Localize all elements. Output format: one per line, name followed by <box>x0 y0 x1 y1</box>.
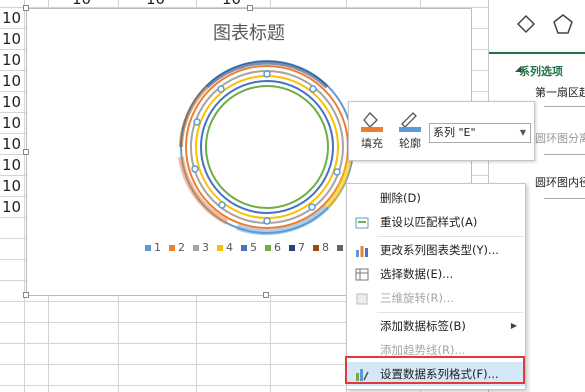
first-slice-angle-label: 第一扇区起 <box>535 86 585 99</box>
cell-value[interactable]: 10 <box>2 30 21 48</box>
legend-swatch <box>289 244 295 251</box>
menu-item-change-chart-type[interactable]: 更改系列图表类型(Y)... <box>347 238 525 262</box>
cell-value[interactable]: 10 <box>222 0 241 8</box>
legend-entry[interactable]: 4 <box>217 241 233 254</box>
menu-item-select-data[interactable]: 选择数据(E)... <box>347 262 525 286</box>
hole-size-label: 圆环图内径 <box>535 176 585 189</box>
menu-item-delete[interactable]: 删除(D) <box>347 186 525 210</box>
legend-label: 8 <box>322 241 329 254</box>
legend-label: 4 <box>226 241 233 254</box>
pane-tab-indicator <box>489 52 585 54</box>
legend-swatch <box>337 244 343 251</box>
legend-label: 2 <box>178 241 185 254</box>
cell-value[interactable]: 10 <box>146 0 165 8</box>
legend-label: 3 <box>202 241 209 254</box>
slider-track[interactable] <box>544 198 585 199</box>
legend-label: 7 <box>298 241 305 254</box>
slider-track[interactable] <box>544 106 585 107</box>
menu-separator <box>377 236 523 237</box>
highlight-box <box>345 356 525 384</box>
menu-item-add-data-labels[interactable]: 添加数据标签(B) ▶ <box>347 314 525 338</box>
legend-swatch <box>265 244 271 251</box>
series-value: 系列 "E" <box>433 126 476 139</box>
legend-swatch <box>313 244 319 251</box>
legend-entry[interactable]: 2 <box>169 241 185 254</box>
menu-item-reset-style[interactable]: 重设以匹配样式(A) <box>347 210 525 234</box>
cell-value[interactable]: 10 <box>2 93 21 111</box>
fill-bucket-icon[interactable] <box>514 12 538 36</box>
submenu-arrow-icon: ▶ <box>510 321 517 330</box>
chevron-down-icon: ▼ <box>519 128 526 137</box>
bar-chart-icon <box>356 246 368 257</box>
explosion-label: 圆环图分离 <box>535 132 585 145</box>
pentagon-icon[interactable] <box>551 12 575 36</box>
legend-entry[interactable]: 3 <box>193 241 209 254</box>
cell-value[interactable]: 10 <box>2 156 21 174</box>
menu-item-3d-rotation[interactable]: 三维旋转(R)... <box>347 286 525 310</box>
collapse-triangle-icon[interactable]: ◢ <box>515 64 521 73</box>
pen-outline-icon <box>399 112 421 132</box>
section-series-options[interactable]: 系列选项 <box>519 63 563 79</box>
legend-label: 1 <box>154 241 161 254</box>
legend-label: 5 <box>250 241 257 254</box>
legend-swatch <box>193 244 199 251</box>
slider-track[interactable] <box>544 154 585 155</box>
cell-value[interactable]: 10 <box>2 9 21 27</box>
fill-label: 填充 <box>361 137 383 150</box>
legend-entry[interactable]: 5 <box>241 241 257 254</box>
legend-swatch <box>241 244 247 251</box>
cell-value[interactable]: 10 <box>2 177 21 195</box>
cell-value[interactable]: 10 <box>2 51 21 69</box>
fill-button[interactable]: 填充 <box>355 108 389 158</box>
menu-separator <box>377 312 523 313</box>
cell-value[interactable]: 10 <box>2 114 21 132</box>
legend-entry[interactable]: 7 <box>289 241 305 254</box>
mini-toolbar: 填充 轮廓 系列 "E" ▼ <box>348 101 535 161</box>
legend-swatch <box>145 244 151 251</box>
chart-legend[interactable]: 123456789 <box>145 241 353 254</box>
cube-rotate-icon <box>356 293 368 305</box>
legend-swatch <box>217 244 223 251</box>
outline-button[interactable]: 轮廓 <box>393 108 427 158</box>
legend-entry[interactable]: 8 <box>313 241 329 254</box>
series-dropdown[interactable]: 系列 "E" ▼ <box>429 123 531 143</box>
cell-value[interactable]: 10 <box>2 135 21 153</box>
outline-label: 轮廓 <box>399 137 421 150</box>
cell-value[interactable]: 10 <box>72 0 91 8</box>
cell-value[interactable]: 10 <box>2 72 21 90</box>
legend-entry[interactable]: 6 <box>265 241 281 254</box>
legend-label: 6 <box>274 241 281 254</box>
paint-bucket-icon <box>361 112 383 132</box>
legend-entry[interactable]: 1 <box>145 241 161 254</box>
reset-style-icon <box>355 217 369 229</box>
cell-value[interactable]: 10 <box>2 198 21 216</box>
legend-swatch <box>169 244 175 251</box>
table-select-icon <box>355 268 369 281</box>
